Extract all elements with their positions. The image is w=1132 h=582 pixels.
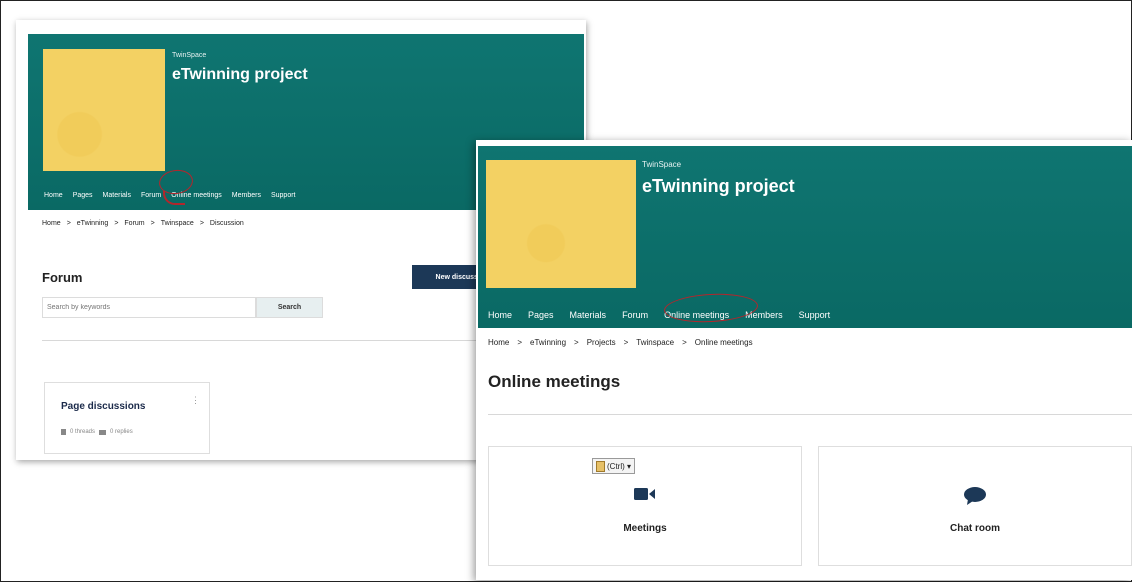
crumb-twinspace[interactable]: Twinspace [636,338,674,347]
crumb-projects[interactable]: Projects [587,338,616,347]
crumb-forum[interactable]: Forum [124,220,144,227]
nav-pages[interactable]: Pages [528,310,554,320]
card-title[interactable]: Page discussions [61,401,145,412]
nav-forum[interactable]: Forum [141,192,161,199]
search-input[interactable] [42,297,256,318]
chat-bubble-icon [964,487,986,510]
crumb-sep: > [623,338,629,347]
divider [42,340,482,341]
page-title: Forum [42,270,83,285]
project-title: eTwinning project [172,66,308,83]
meetings-label: Meetings [623,523,667,534]
meetings-tile[interactable]: Meetings [488,446,802,566]
brand-label: TwinSpace [172,52,207,59]
crumb-twinspace[interactable]: Twinspace [161,220,194,227]
crumb-sep: > [199,220,204,227]
brand-label: TwinSpace [642,160,682,169]
replies-icon [99,429,107,435]
project-thumbnail [43,49,165,171]
video-camera-icon [634,487,656,506]
crumb-sep: > [517,338,523,347]
divider [488,414,1132,415]
crumb-home[interactable]: Home [42,220,61,227]
crumb-sep: > [114,220,119,227]
replies-count: 0 replies [110,429,133,435]
nav-materials[interactable]: Materials [103,192,131,199]
crumb-etwinning[interactable]: eTwinning [530,338,566,347]
project-title: eTwinning project [642,176,795,196]
paste-options-tag[interactable]: (Ctrl) ▾ [592,458,636,474]
breadcrumb: Home > eTwinning > Forum > Twinspace > D… [42,220,244,227]
nav-home[interactable]: Home [488,310,512,320]
crumb-home[interactable]: Home [488,338,509,347]
chat-room-tile[interactable]: Chat room [818,446,1132,566]
nav-pages[interactable]: Pages [73,192,93,199]
project-thumbnail [486,160,636,288]
clipboard-icon [596,460,605,472]
crumb-sep: > [150,220,155,227]
threads-icon [61,429,66,435]
page-discussions-card[interactable]: Page discussions ⋮ 0 threads 0 replies [44,382,210,454]
paste-options-label: (Ctrl) ▾ [607,461,632,471]
project-banner: TwinSpace eTwinning project Home Pages M… [478,146,1132,328]
nav-support[interactable]: Support [271,192,296,199]
card-meta: 0 threads 0 replies [61,429,133,435]
crumb-sep: > [574,338,579,347]
chat-room-label: Chat room [950,523,1000,534]
crumb-sep: > [66,220,71,227]
page-title: Online meetings [488,372,621,391]
nav-home[interactable]: Home [44,192,63,199]
nav-materials[interactable]: Materials [570,310,607,320]
crumb-discussion: Discussion [209,220,244,227]
threads-count: 0 threads [70,429,96,435]
breadcrumb: Home > eTwinning > Projects > Twinspace … [488,338,753,347]
nav-support[interactable]: Support [799,310,831,320]
crumb-etwinning[interactable]: eTwinning [77,220,109,227]
main-nav: Home Pages Materials Forum Online meetin… [488,310,830,320]
search-button[interactable]: Search [256,297,323,318]
kebab-menu-icon[interactable]: ⋮ [191,395,200,406]
crumb-online-meetings: Online meetings [694,338,753,347]
nav-forum[interactable]: Forum [622,310,648,320]
crumb-sep: > [682,338,687,347]
nav-members[interactable]: Members [232,192,261,199]
online-meetings-screenshot: TwinSpace eTwinning project Home Pages M… [476,140,1132,580]
